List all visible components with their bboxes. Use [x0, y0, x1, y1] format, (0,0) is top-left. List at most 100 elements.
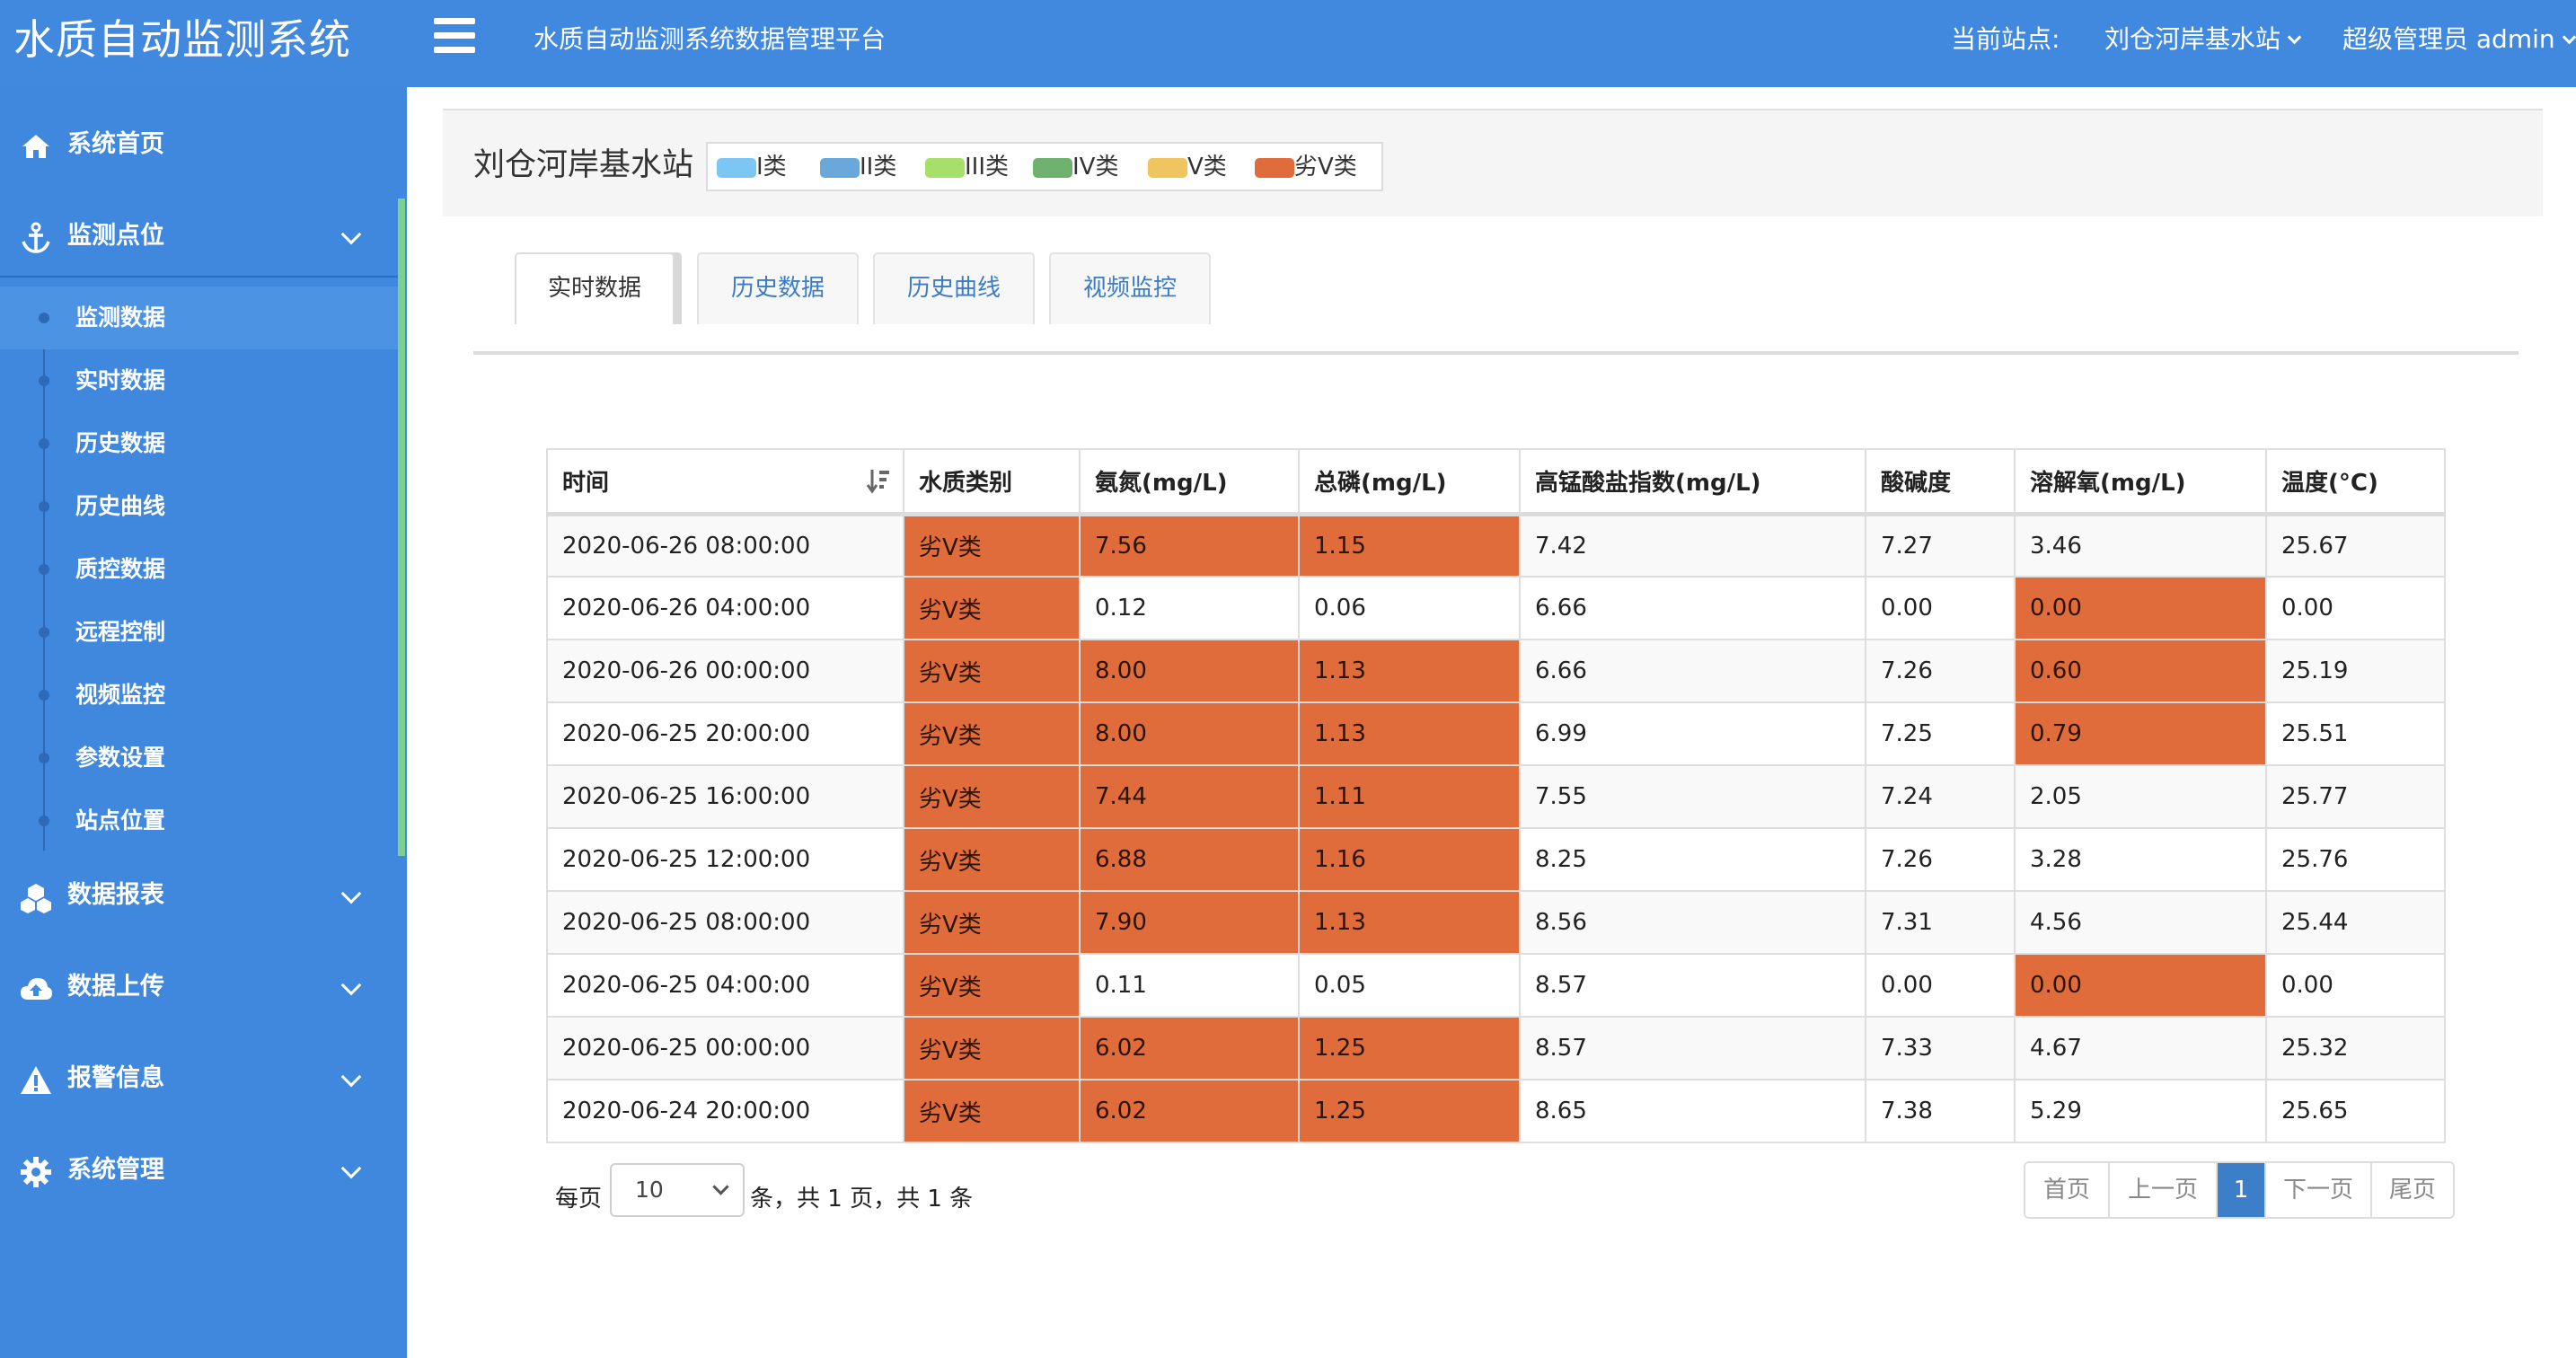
page-size-value: 10: [635, 1177, 664, 1203]
page-number-button[interactable]: 1: [2216, 1163, 2264, 1217]
tab-history-data[interactable]: 历史数据: [697, 252, 859, 324]
tree-node-dot: [39, 627, 49, 638]
sidebar-item-alarm-info[interactable]: 报警信息: [0, 1039, 398, 1120]
legend-swatch: [1255, 158, 1294, 178]
cell-ammonia: 0.12: [1079, 576, 1300, 640]
cell-ph: 7.31: [1865, 890, 2016, 955]
column-header-dissolved-oxygen[interactable]: 溶解氧(mg/L): [2014, 448, 2267, 516]
last-page-button[interactable]: 尾页: [2370, 1163, 2453, 1217]
cell-temperature: 0.00: [2265, 953, 2446, 1018]
tab-realtime-data[interactable]: 实时数据: [515, 252, 675, 324]
cell-permanganate: 8.25: [1519, 827, 1866, 892]
home-icon: [22, 135, 49, 158]
page-summary: 条，共 1 页，共 1 条: [750, 1186, 974, 1212]
station-title: 刘仓河岸基水站: [473, 147, 694, 183]
legend-label: 劣V类: [1294, 154, 1357, 181]
cell-dissolved-oxygen: 3.28: [2014, 827, 2267, 892]
cell-ammonia: 7.44: [1079, 764, 1300, 829]
gear-icon: [21, 1157, 51, 1187]
column-header-permanganate[interactable]: 高锰酸盐指数(mg/L): [1519, 448, 1866, 516]
cell-temperature: 25.19: [2265, 639, 2446, 703]
cell-quality-class: 劣V类: [903, 513, 1081, 578]
cell-ph: 0.00: [1865, 953, 2016, 1018]
cell-ammonia: 0.11: [1079, 953, 1300, 1018]
tree-node-dot: [39, 375, 49, 386]
first-page-button[interactable]: 首页: [2025, 1163, 2108, 1217]
next-page-button[interactable]: 下一页: [2264, 1163, 2370, 1217]
sidebar-item-home[interactable]: 系统首页: [0, 105, 398, 186]
sidebar-item-system-admin[interactable]: 系统管理: [0, 1131, 398, 1212]
sidebar-scrollbar[interactable]: [398, 198, 405, 856]
sidebar-item-label: 数据上传: [67, 973, 164, 1001]
main-content: 刘仓河岸基水站 I类 II类 III类 IV类 V类 劣V类 实时数据 历史数据…: [407, 87, 2576, 1358]
user-menu[interactable]: 超级管理员 admin: [2342, 22, 2576, 57]
sort-descending-icon[interactable]: [867, 468, 890, 495]
sidebar-item-monitoring-points[interactable]: 监测点位: [0, 197, 398, 278]
cell-quality-class: 劣V类: [903, 576, 1081, 640]
sidebar-subitem-qc-data[interactable]: 质控数据: [0, 538, 398, 601]
cell-time: 2020-06-24 20:00:00: [546, 1079, 904, 1143]
sidebar-subitem-remote-control[interactable]: 远程控制: [0, 601, 398, 664]
chevron-down-icon: [2287, 30, 2302, 45]
cell-total-phosphorus: 0.05: [1298, 953, 1521, 1018]
menu-toggle-icon[interactable]: [434, 18, 475, 54]
page-size-select[interactable]: 10: [610, 1163, 745, 1217]
tab-history-curve[interactable]: 历史曲线: [873, 252, 1035, 324]
legend-label: IV类: [1072, 154, 1119, 181]
prev-page-button[interactable]: 上一页: [2108, 1163, 2216, 1217]
cell-quality-class: 劣V类: [903, 701, 1081, 766]
tabs-divider: [473, 351, 2519, 355]
cell-total-phosphorus: 1.25: [1298, 1079, 1521, 1143]
sidebar-item-data-reports[interactable]: 数据报表: [0, 856, 398, 937]
chevron-down-icon: [340, 1066, 362, 1088]
cell-ammonia: 7.56: [1079, 513, 1300, 578]
column-header-ph[interactable]: 酸碱度: [1865, 448, 2016, 516]
table-row: 2020-06-26 08:00:00 劣V类 7.56 1.15 7.42 7.27 3.…: [546, 513, 2446, 578]
tree-node-dot: [39, 438, 49, 449]
sidebar-subitem-video-monitor[interactable]: 视频监控: [0, 664, 398, 727]
tree-node-dot: [39, 564, 49, 575]
sidebar-subitem-history-curve[interactable]: 历史曲线: [0, 475, 398, 538]
cell-temperature: 25.32: [2265, 1016, 2446, 1080]
cell-total-phosphorus: 1.15: [1298, 513, 1521, 578]
sidebar-subitem-site-location[interactable]: 站点位置: [0, 789, 398, 852]
legend-label: III类: [965, 154, 1010, 181]
column-header-ammonia[interactable]: 氨氮(mg/L): [1079, 448, 1300, 516]
current-site-dropdown[interactable]: 刘仓河岸基水站: [2104, 22, 2302, 57]
column-header-temperature[interactable]: 温度(°C): [2265, 448, 2446, 516]
cell-temperature: 0.00: [2265, 576, 2446, 640]
cell-time: 2020-06-26 04:00:00: [546, 576, 904, 640]
sidebar-subitem-monitoring-data[interactable]: 监测数据: [0, 287, 398, 349]
current-site-label: 当前站点:: [1951, 24, 2060, 54]
cell-total-phosphorus: 1.25: [1298, 1016, 1521, 1080]
tab-video-monitor[interactable]: 视频监控: [1049, 252, 1211, 324]
sidebar-item-data-upload[interactable]: 数据上传: [0, 948, 398, 1028]
sidebar-subitem-parameter-settings[interactable]: 参数设置: [0, 727, 398, 789]
cell-ph: 7.26: [1865, 639, 2016, 703]
cubes-icon: [21, 884, 51, 913]
sidebar-subitem-label: 远程控制: [75, 619, 166, 645]
top-navbar: 水质自动监测系统 水质自动监测系统数据管理平台 当前站点: 刘仓河岸基水站 超级…: [0, 0, 2576, 87]
cell-total-phosphorus: 0.06: [1298, 576, 1521, 640]
sidebar-subitem-history-data[interactable]: 历史数据: [0, 412, 398, 475]
cell-quality-class: 劣V类: [903, 764, 1081, 829]
cell-ph: 7.26: [1865, 827, 2016, 892]
cell-permanganate: 6.66: [1519, 576, 1866, 640]
cell-ammonia: 6.02: [1079, 1079, 1300, 1143]
app-brand[interactable]: 水质自动监测系统: [13, 11, 351, 68]
chevron-down-icon: [712, 1178, 729, 1195]
sidebar-subitem-label: 监测数据: [75, 304, 166, 331]
sidebar-subitem-realtime-data[interactable]: 实时数据: [0, 349, 398, 412]
current-site-name: 刘仓河岸基水站: [2104, 24, 2281, 54]
cell-quality-class: 劣V类: [903, 1079, 1081, 1143]
cell-time: 2020-06-25 04:00:00: [546, 953, 904, 1018]
column-header-quality-class[interactable]: 水质类别: [903, 448, 1081, 516]
column-header-time[interactable]: 时间: [546, 448, 904, 516]
column-header-total-phosphorus[interactable]: 总磷(mg/L): [1298, 448, 1521, 516]
legend-swatch: [925, 158, 965, 178]
cell-temperature: 25.51: [2265, 701, 2446, 766]
cell-quality-class: 劣V类: [903, 639, 1081, 703]
legend-swatch: [717, 158, 756, 178]
monitoring-data-table: 时间 水质类别 氨氮(mg/L) 总磷(mg/L) 高锰酸盐指数(mg/L) 酸…: [546, 448, 2446, 1143]
sidebar-subitem-label: 参数设置: [75, 745, 166, 771]
